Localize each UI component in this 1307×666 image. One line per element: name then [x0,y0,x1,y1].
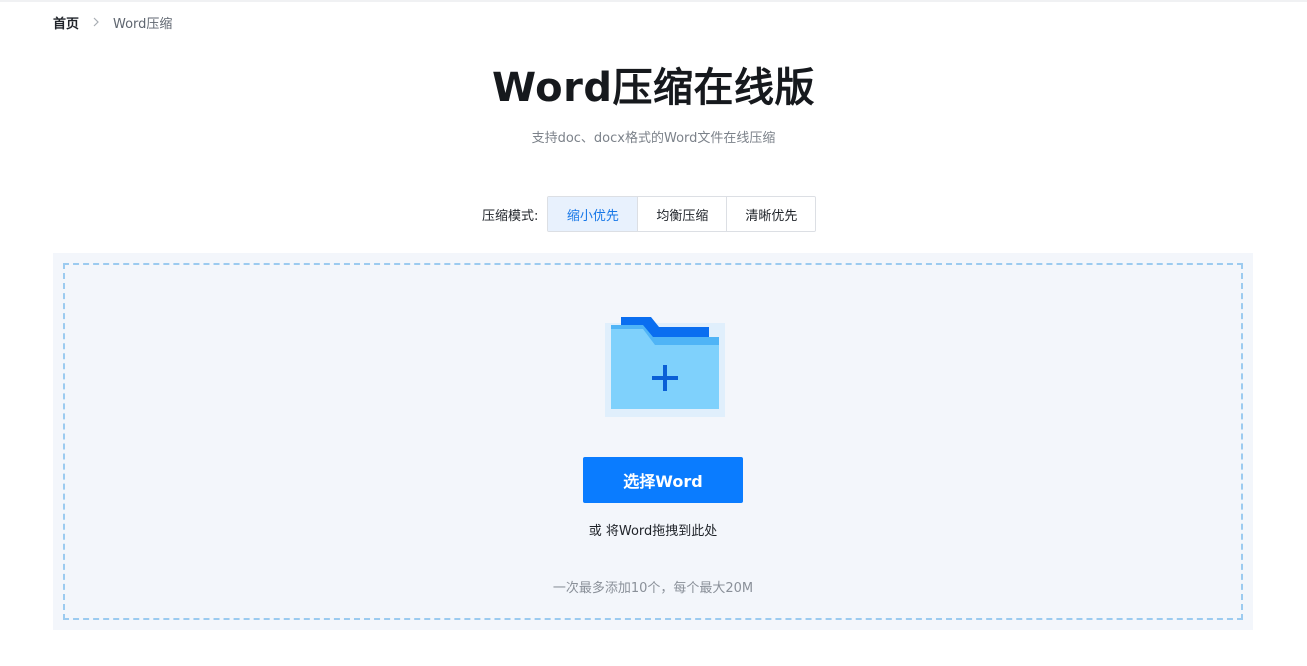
page-title: Word压缩在线版 [491,65,816,111]
folder-add-icon [605,317,725,417]
breadcrumb-current: Word压缩 [113,16,173,32]
compression-mode-options: 缩小优先 均衡压缩 清晰优先 [547,196,817,232]
mode-option-clarity[interactable]: 清晰优先 [726,197,816,231]
mode-option-smallest[interactable]: 缩小优先 [548,197,638,231]
file-drop-zone[interactable]: 选择Word 或 将Word拖拽到此处 一次最多添加10个，每个最大20M [63,263,1243,620]
breadcrumb: 首页 Word压缩 [53,12,172,32]
top-divider [0,0,1307,2]
breadcrumb-home-link[interactable]: 首页 [53,13,79,32]
chevron-right-icon [93,17,99,27]
upload-panel: 选择Word 或 将Word拖拽到此处 一次最多添加10个，每个最大20M [53,253,1253,630]
mode-option-balanced[interactable]: 均衡压缩 [637,197,727,231]
select-word-button[interactable]: 选择Word [583,457,743,503]
compression-mode-label: 压缩模式: [482,208,539,224]
compression-mode-selector: 压缩模式: 缩小优先 均衡压缩 清晰优先 [482,196,817,232]
page-subtitle: 支持doc、docx格式的Word文件在线压缩 [531,131,776,146]
upload-limit-hint: 一次最多添加10个，每个最大20M [552,581,754,596]
drag-drop-hint: 或 将Word拖拽到此处 [588,524,718,539]
